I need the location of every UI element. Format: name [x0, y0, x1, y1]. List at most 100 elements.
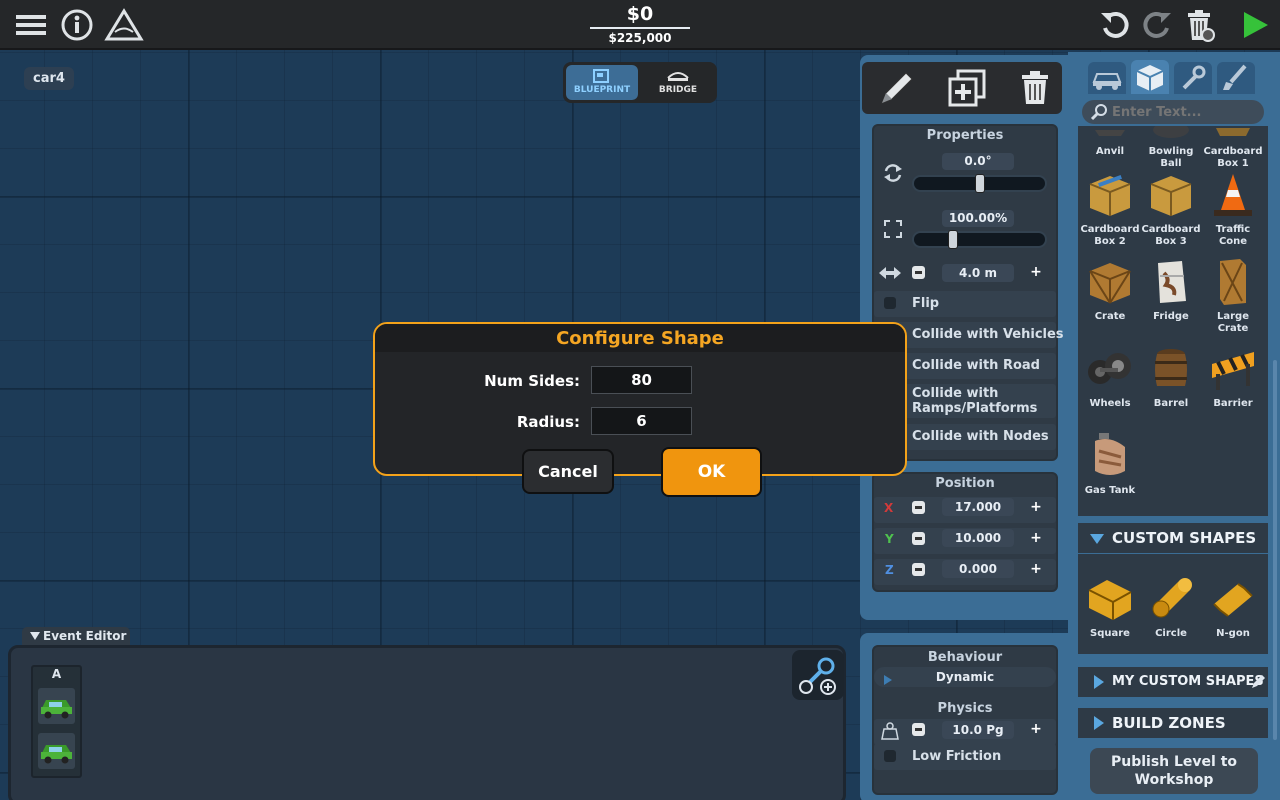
cancel-button[interactable]: Cancel: [522, 449, 614, 494]
palette-scrollbar[interactable]: [1273, 360, 1277, 740]
y-axis-label: Y: [885, 532, 894, 546]
circle-shape-icon: [1152, 578, 1192, 618]
scale-slider-thumb[interactable]: [948, 230, 958, 249]
delete-icon[interactable]: [1014, 67, 1056, 109]
item-label: Circle: [1155, 628, 1187, 639]
item-label: Gas Tank: [1084, 485, 1136, 496]
item-label: Cardboard Box 1: [1203, 146, 1263, 169]
collide-road-label[interactable]: Collide with Road: [912, 358, 1040, 373]
properties-title: Properties: [926, 128, 1004, 143]
large-crate-icon: [1220, 259, 1246, 305]
z-increase-button[interactable]: +: [1029, 562, 1043, 576]
lane-letter: A: [51, 667, 62, 681]
item-bowling-ball[interactable]: Bowling Ball: [1141, 126, 1201, 170]
item-wheels[interactable]: Wheels: [1080, 344, 1140, 410]
size-value[interactable]: 4.0 m: [942, 264, 1014, 282]
item-cardboard-box-3[interactable]: Cardboard Box 3: [1141, 170, 1201, 248]
item-label: Wheels: [1089, 398, 1131, 409]
x-decrease-button[interactable]: [912, 501, 925, 514]
event-lane: A: [31, 665, 82, 778]
event-editor-tab[interactable]: Event Editor: [22, 627, 130, 646]
collide-nodes-label[interactable]: Collide with Nodes: [912, 429, 1049, 444]
rotation-slider-thumb[interactable]: [975, 174, 985, 193]
scale-value: 100.00%: [942, 210, 1014, 227]
vehicle-slot[interactable]: [38, 688, 75, 724]
tab-tools[interactable]: [1174, 62, 1212, 94]
item-barrier[interactable]: Barrier: [1203, 344, 1263, 410]
build-zones-header[interactable]: BUILD ZONES: [1078, 708, 1268, 738]
wheels-icon: [1088, 353, 1131, 384]
trash-all-icon[interactable]: [1182, 8, 1216, 42]
z-value[interactable]: 0.000: [942, 560, 1014, 578]
mode-switch: BLUEPRINT BRIDGE: [563, 62, 717, 103]
pencil-icon[interactable]: [876, 67, 918, 109]
tab-objects[interactable]: [1131, 60, 1169, 94]
mass-decrease-button[interactable]: [912, 723, 925, 736]
shape-square[interactable]: Square: [1080, 574, 1140, 640]
item-gas-tank[interactable]: Gas Tank: [1080, 431, 1140, 497]
menu-icon[interactable]: [14, 8, 48, 42]
item-large-crate[interactable]: Large Crate: [1203, 257, 1263, 335]
y-value[interactable]: 10.000: [942, 529, 1014, 547]
item-label: Barrier: [1213, 398, 1253, 409]
size-increase-button[interactable]: +: [1029, 265, 1043, 279]
info-icon[interactable]: [60, 8, 94, 42]
item-label: Large Crate: [1217, 311, 1249, 334]
stress-view-icon[interactable]: [104, 8, 144, 42]
z-decrease-button[interactable]: [912, 563, 925, 576]
gas-tank-icon: [1095, 433, 1125, 475]
scale-slider[interactable]: [912, 230, 1047, 249]
publish-workshop-button[interactable]: Publish Level to Workshop: [1090, 748, 1258, 794]
item-fridge[interactable]: Fridge: [1141, 257, 1201, 323]
item-label: Cardboard Box 2: [1080, 224, 1140, 247]
vehicle-slot[interactable]: [38, 733, 75, 769]
add-trigger-button[interactable]: [792, 650, 844, 700]
anvil-icon: [1095, 130, 1125, 136]
bridge-mode-button[interactable]: BRIDGE: [642, 65, 714, 100]
low-friction-label: Low Friction: [912, 749, 1002, 764]
y-increase-button[interactable]: +: [1029, 531, 1043, 545]
chevron-right-icon: [1094, 716, 1104, 730]
radius-field[interactable]: [591, 407, 692, 435]
object-list: Anvil Bowling Ball Cardboard Box 1 Cardb…: [1078, 126, 1268, 516]
item-anvil[interactable]: Anvil: [1080, 126, 1140, 158]
item-cardboard-box-1[interactable]: Cardboard Box 1: [1203, 126, 1263, 170]
pencil-icon[interactable]: [1250, 674, 1266, 690]
flip-checkbox[interactable]: [884, 297, 896, 309]
collide-ramps-label[interactable]: Collide with Ramps/Platforms: [912, 386, 1042, 416]
play-icon[interactable]: [1238, 8, 1272, 42]
key-add-icon: [799, 657, 836, 695]
mass-value[interactable]: 10.0 Pg: [942, 721, 1014, 739]
chevron-right-icon: [1094, 675, 1104, 689]
collide-vehicles-label[interactable]: Collide with Vehicles: [912, 327, 1064, 342]
my-custom-shapes-title: MY CUSTOM SHAPES: [1112, 674, 1264, 689]
size-decrease-button[interactable]: [912, 266, 925, 279]
tab-paint[interactable]: [1217, 62, 1255, 94]
item-barrel[interactable]: Barrel: [1141, 344, 1201, 410]
box-icon: [1136, 65, 1164, 91]
item-crate[interactable]: Crate: [1080, 257, 1140, 323]
redo-icon[interactable]: [1140, 8, 1174, 42]
blueprint-mode-button[interactable]: BLUEPRINT: [566, 65, 638, 100]
x-increase-button[interactable]: +: [1029, 500, 1043, 514]
mass-increase-button[interactable]: +: [1029, 722, 1043, 736]
ok-button[interactable]: OK: [661, 447, 762, 497]
duplicate-icon[interactable]: [946, 67, 988, 109]
undo-icon[interactable]: [1098, 8, 1132, 42]
item-cardboard-box-2[interactable]: Cardboard Box 2: [1080, 170, 1140, 248]
num-sides-field[interactable]: [591, 366, 692, 394]
custom-shapes-header[interactable]: CUSTOM SHAPES: [1078, 523, 1268, 553]
shape-circle[interactable]: Circle: [1141, 574, 1201, 640]
behaviour-value: Dynamic: [935, 670, 995, 684]
low-friction-checkbox[interactable]: [884, 750, 896, 762]
shape-ngon[interactable]: N-gon: [1203, 574, 1263, 640]
x-value[interactable]: 17.000: [942, 498, 1014, 516]
item-label: Bowling Ball: [1148, 146, 1194, 169]
my-custom-shapes-header[interactable]: MY CUSTOM SHAPES: [1078, 667, 1268, 697]
rotation-slider[interactable]: [912, 174, 1047, 193]
tab-vehicles[interactable]: [1088, 62, 1126, 94]
y-decrease-button[interactable]: [912, 532, 925, 545]
configure-shape-dialog: Configure Shape Num Sides: Radius:: [373, 322, 907, 476]
item-traffic-cone[interactable]: Traffic Cone: [1203, 170, 1263, 248]
search-input[interactable]: [1112, 102, 1257, 122]
